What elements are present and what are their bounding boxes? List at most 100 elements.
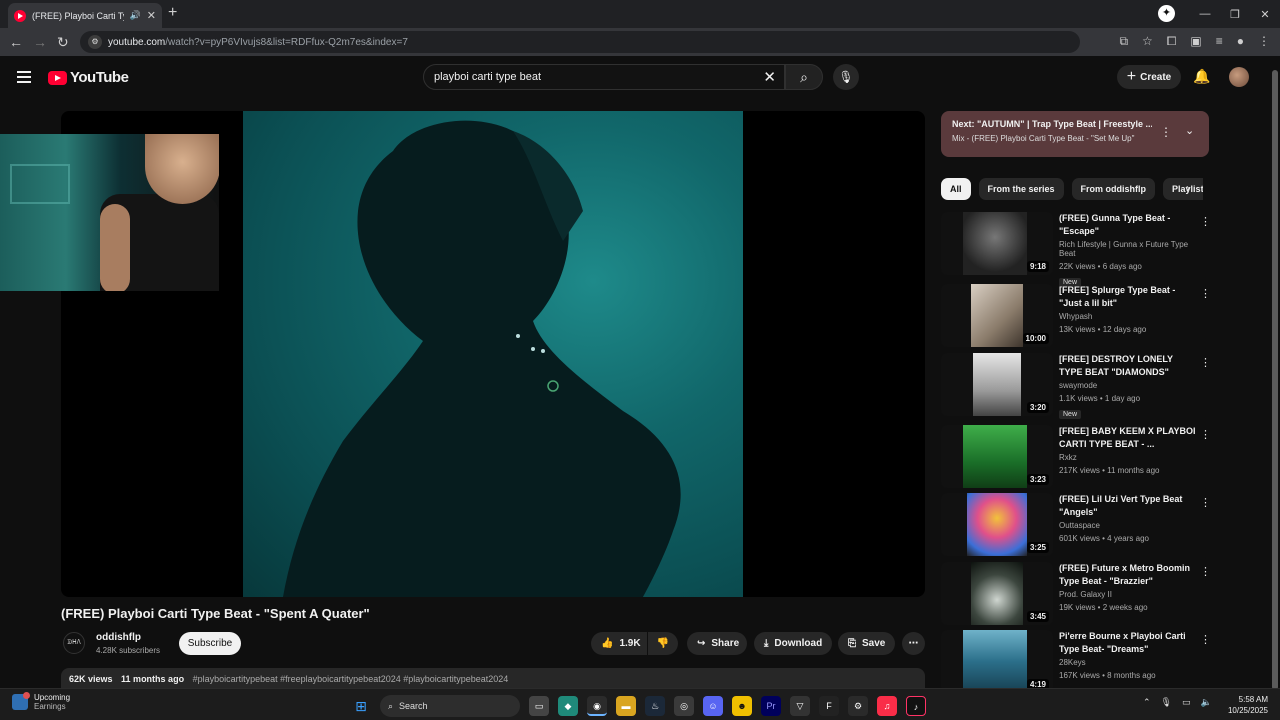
download-button[interactable]: ⤓ Download [754, 632, 832, 655]
minimize-button[interactable]: — [1190, 8, 1220, 20]
recommendation-item[interactable]: 3:20 [FREE] DESTROY LONELY TYPE BEAT "DI… [941, 353, 1211, 419]
video-thumbnail[interactable]: 9:18 [941, 212, 1053, 275]
search-button[interactable]: ⌕ [785, 64, 823, 90]
hamburger-menu-icon[interactable] [17, 71, 31, 83]
voice-search-button[interactable]: 🎙 [833, 64, 859, 90]
display-icon[interactable]: ▭ [1182, 697, 1191, 708]
search-input[interactable]: playboi carti type beat ✕ [423, 64, 785, 90]
browser-tab[interactable]: (FREE) Playboi Carti Type Be 🔊 ✕ [8, 3, 162, 28]
maximize-button[interactable]: ❐ [1220, 8, 1250, 21]
recommendation-item[interactable]: 3:45 (FREE) Future x Metro Boomin Type B… [941, 562, 1211, 626]
tray-chevron-up-icon[interactable]: ⌃ [1143, 697, 1151, 708]
windows-start-icon[interactable]: ⊞ [351, 696, 371, 716]
video-thumbnail[interactable]: 4:19 [941, 630, 1053, 688]
fl-studio-icon[interactable]: F [819, 696, 839, 716]
chip-from-the-series[interactable]: From the series [978, 178, 1064, 200]
chip-from-oddishflp[interactable]: From oddishflp [1071, 178, 1156, 200]
taskbar-clock[interactable]: 5:58 AM 10/25/2025 [1222, 694, 1268, 716]
recommendation-channel[interactable]: Rxkz [1059, 453, 1197, 462]
new-tab-button[interactable]: + [168, 4, 177, 22]
emoji-app-icon[interactable]: ☻ [732, 696, 752, 716]
like-button[interactable]: 👍 1.9K [591, 632, 647, 655]
page-scrollbar[interactable] [1271, 60, 1279, 690]
share-button[interactable]: ↪ Share [687, 632, 747, 655]
channel-name[interactable]: oddishflp [96, 632, 141, 643]
recommendation-channel[interactable]: 28Keys [1059, 658, 1197, 667]
settings-gear-icon[interactable]: ⚙ [848, 696, 868, 716]
recommendation-kebab-icon[interactable]: ⋮ [1200, 565, 1211, 578]
close-tab-icon[interactable]: ✕ [147, 9, 156, 22]
microphone-icon[interactable]: 🎙 [1161, 697, 1172, 708]
hashtags[interactable]: #playboicartitypebeat #freeplayboicartit… [193, 674, 509, 684]
chip-all[interactable]: All [941, 178, 971, 200]
video-thumbnail[interactable]: 3:25 [941, 493, 1053, 556]
next-card-kebab-icon[interactable]: ⋮ [1160, 125, 1172, 139]
recommendation-kebab-icon[interactable]: ⋮ [1200, 356, 1211, 369]
recommendation-item[interactable]: 3:23 [FREE] BABY KEEM X PLAYBOI CARTI TY… [941, 425, 1211, 489]
copilot-icon[interactable]: ◆ [558, 696, 578, 716]
profile-icon[interactable]: ● [1237, 34, 1244, 49]
account-avatar[interactable] [1229, 67, 1249, 87]
sidepanel-icon[interactable]: ▣ [1190, 34, 1201, 49]
recommendation-title[interactable]: (FREE) Gunna Type Beat - "Escape" [1059, 212, 1197, 238]
recommendation-item[interactable]: 4:19 Pi'erre Bourne x Playboi Carti Type… [941, 630, 1209, 688]
recommendation-item[interactable]: 10:00 [FREE] Splurge Type Beat - "Just a… [941, 284, 1211, 348]
task-view-icon[interactable]: ▭ [529, 696, 549, 716]
chips-next-chevron-icon[interactable]: › [1186, 181, 1190, 195]
recommendation-channel[interactable]: Rich Lifestyle | Gunna x Future Type Bea… [1059, 240, 1197, 258]
volume-icon[interactable]: 🔈 [1201, 697, 1212, 708]
apple-music-icon[interactable]: ♫ [877, 696, 897, 716]
widgets-button[interactable]: Upcoming Earnings [12, 692, 70, 711]
menu-kebab-icon[interactable]: ⋮ [1258, 34, 1270, 49]
recommendation-channel[interactable]: Whypash [1059, 312, 1197, 321]
video-thumbnail[interactable]: 3:45 [941, 562, 1053, 625]
video-thumbnail[interactable]: 3:20 [941, 353, 1053, 416]
chevron-down-icon[interactable]: ⌄ [1185, 124, 1194, 137]
clear-search-icon[interactable]: ✕ [763, 68, 776, 86]
recommendation-kebab-icon[interactable]: ⋮ [1200, 428, 1211, 441]
cast-icon[interactable]: ⧉ [1119, 34, 1128, 49]
media-icon[interactable]: ≡ [1216, 34, 1223, 49]
channel-avatar[interactable]: ᗫᕼᐱ [63, 632, 85, 654]
recommendation-kebab-icon[interactable]: ⋮ [1200, 496, 1211, 509]
recommendation-title[interactable]: (FREE) Lil Uzi Vert Type Beat "Angels" [1059, 493, 1197, 519]
app-icon[interactable]: ◎ [674, 696, 694, 716]
gemini-icon[interactable]: ✦ [1158, 5, 1175, 22]
bookmark-star-icon[interactable]: ☆ [1142, 34, 1153, 49]
recommendation-title[interactable]: [FREE] DESTROY LONELY TYPE BEAT "DIAMOND… [1059, 353, 1197, 379]
vpn-icon[interactable]: ▽ [790, 696, 810, 716]
premiere-pro-icon[interactable]: Pr [761, 696, 781, 716]
dislike-button[interactable]: 👎 [648, 632, 678, 655]
recommendation-kebab-icon[interactable]: ⋮ [1200, 287, 1211, 300]
reload-icon[interactable]: ↻ [57, 34, 69, 51]
recommendation-item[interactable]: 9:18 (FREE) Gunna Type Beat - "Escape" R… [941, 212, 1211, 287]
recommendation-title[interactable]: (FREE) Future x Metro Boomin Type Beat -… [1059, 562, 1197, 588]
playlist-next-card[interactable]: Next: "AUTUMN" | Trap Type Beat | Freest… [941, 111, 1209, 157]
forward-icon[interactable]: → [33, 34, 47, 50]
site-info-icon[interactable]: ⚙ [88, 35, 102, 49]
recommendation-kebab-icon[interactable]: ⋮ [1200, 215, 1211, 228]
taskbar-search[interactable]: ⌕ Search [380, 695, 520, 717]
recommendation-channel[interactable]: swaymode [1059, 381, 1197, 390]
youtube-logo[interactable]: YouTube [48, 69, 129, 86]
chrome-icon[interactable]: ◉ [587, 696, 607, 716]
recommendation-title[interactable]: [FREE] BABY KEEM X PLAYBOI CARTI TYPE BE… [1059, 425, 1197, 451]
more-actions-button[interactable]: ⋯ [902, 632, 925, 655]
notifications-bell-icon[interactable]: 🔔 [1193, 68, 1210, 85]
recommendation-title[interactable]: [FREE] Splurge Type Beat - "Just a lil b… [1059, 284, 1197, 310]
recommendation-title[interactable]: Pi'erre Bourne x Playboi Carti Type Beat… [1059, 630, 1197, 656]
file-explorer-icon[interactable]: ▬ [616, 696, 636, 716]
recommendation-channel[interactable]: Prod. Galaxy II [1059, 590, 1197, 599]
recommendation-item[interactable]: 3:25 (FREE) Lil Uzi Vert Type Beat "Ange… [941, 493, 1211, 557]
tiktok-icon[interactable]: ♪ [906, 696, 926, 716]
chip-playlists[interactable]: Playlists [1163, 178, 1203, 200]
steam-icon[interactable]: ♨ [645, 696, 665, 716]
create-button[interactable]: + Create [1117, 65, 1181, 89]
video-thumbnail[interactable]: 10:00 [941, 284, 1053, 347]
video-thumbnail[interactable]: 3:23 [941, 425, 1053, 488]
recommendation-channel[interactable]: Outtaspace [1059, 521, 1197, 530]
recommendation-kebab-icon[interactable]: ⋮ [1200, 633, 1209, 646]
subscribe-button[interactable]: Subscribe [179, 632, 241, 655]
back-icon[interactable]: ← [9, 34, 23, 50]
extensions-icon[interactable]: ⧠ [1167, 34, 1177, 49]
